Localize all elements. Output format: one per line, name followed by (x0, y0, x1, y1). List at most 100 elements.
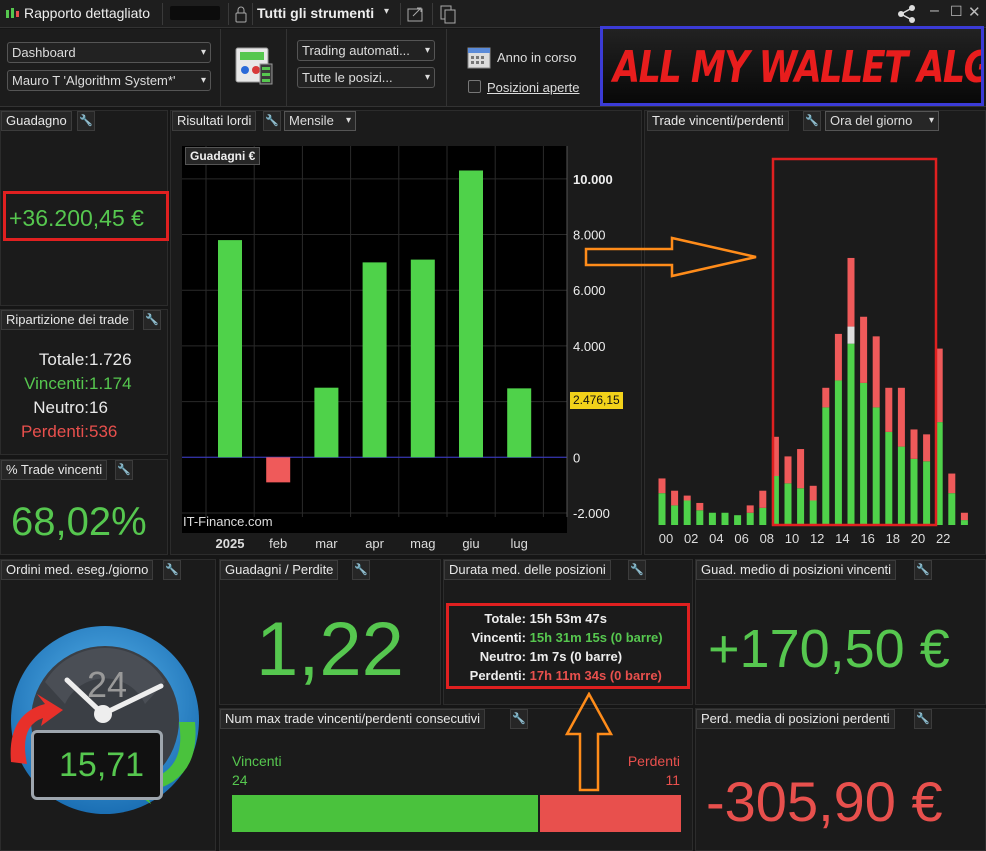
bar-win (910, 458, 918, 525)
bar-win (797, 488, 805, 525)
duration-losing-value: 17h 11m 34s (0 barre) (529, 668, 662, 683)
ratio-panel: Guadagni / Perdite 🔧 1,22 (219, 559, 441, 705)
bar-win (671, 505, 679, 525)
bar-win (696, 510, 704, 525)
bar-lug (507, 388, 532, 458)
banner: ALL MY WALLET ALGORITHMS (600, 26, 984, 106)
arrow-right-annotation (584, 236, 757, 278)
panel-title: Num max trade vincenti/perdenti consecut… (220, 709, 486, 729)
x-tick-label: 2025 (216, 536, 245, 551)
duration-panel: Durata med. delle posizioni 🔧 Totale: 15… (443, 559, 693, 705)
bar-mag (410, 259, 435, 458)
orders-panel: Ordini med. eseg./giorno 🔧 24 15,71 (0, 559, 216, 851)
wrench-icon[interactable]: 🔧 (628, 560, 646, 580)
x-tick-label: 00 (659, 531, 673, 546)
account-select[interactable]: Mauro T 'Algorithm System*' ▾ (7, 70, 211, 91)
title-bar: Rapporto dettagliato Tutti gli strumenti… (0, 0, 986, 28)
winpct-value: 68,02% (11, 500, 147, 544)
bar-win (759, 507, 767, 525)
x-tick-label: 04 (709, 531, 723, 546)
bar-win (834, 380, 842, 525)
wrench-icon[interactable]: 🔧 (77, 111, 95, 131)
bar-apr (362, 262, 387, 458)
bar-loss (797, 449, 805, 489)
account-select-label: Mauro T 'Algorithm System*' (12, 73, 176, 88)
report-title: Rapporto dettagliato (24, 5, 151, 21)
panel-title: Perd. media di posizioni perdenti (696, 709, 895, 729)
bar-loss (960, 512, 968, 521)
bar-win (683, 500, 691, 525)
bar-win (708, 512, 716, 525)
bar-loss (897, 387, 905, 447)
bar-win (872, 407, 880, 525)
maximize-icon[interactable]: ☐ (950, 3, 963, 20)
lock-icon[interactable] (234, 4, 248, 24)
dashboard-select[interactable]: Dashboard ▾ (7, 42, 211, 63)
avgwin-value: +170,50 € (708, 619, 950, 679)
panel-title: Ordini med. eseg./giorno (1, 560, 154, 580)
panel-title: Durata med. delle posizioni (444, 560, 611, 580)
strategy-analyzer-icon[interactable] (234, 46, 274, 86)
share-icon[interactable] (896, 4, 918, 24)
year-label[interactable]: Anno in corso (497, 50, 577, 65)
open-positions-checkbox[interactable] (468, 80, 481, 93)
instruments-select[interactable]: Tutti gli strumenti (257, 5, 374, 21)
x-tick-label: mar (315, 536, 338, 551)
bar-loss (759, 490, 767, 508)
y-tick-label: 0 (573, 450, 580, 465)
bar-win (809, 500, 817, 525)
bar-loss (746, 505, 754, 513)
arrow-up-annotation (564, 692, 614, 792)
panel-title: Guadagni / Perdite (220, 560, 339, 580)
duration-total-label: Totale: (484, 611, 526, 626)
current-value-tag: 2.476,15 (570, 392, 623, 409)
wrench-icon[interactable]: 🔧 (143, 310, 161, 330)
wrench-icon[interactable]: 🔧 (510, 709, 528, 729)
export-icon[interactable] (406, 5, 426, 23)
bar-win (897, 446, 905, 525)
wrench-icon[interactable]: 🔧 (914, 709, 932, 729)
trading-select[interactable]: Trading automati... ▾ (297, 40, 435, 61)
bar-win (847, 343, 855, 525)
close-icon[interactable]: ✕ (968, 3, 981, 21)
panel-title: Guadagno (1, 111, 72, 131)
duration-neutral-label: Neutro: (479, 649, 526, 664)
x-tick-label: mag (410, 536, 435, 551)
minimize-icon[interactable]: – (930, 2, 939, 20)
wrench-icon[interactable]: 🔧 (352, 560, 370, 580)
winning-label: Vincenti: (24, 374, 89, 393)
winpct-panel: % Trade vincenti 🔧 68,02% (0, 459, 168, 555)
chevron-down-icon: ▾ (200, 47, 206, 58)
open-positions-label[interactable]: Posizioni aperte (487, 80, 580, 95)
wrench-icon[interactable]: 🔧 (115, 460, 133, 480)
bar-loss (910, 429, 918, 459)
dashboard-select-label: Dashboard (12, 45, 76, 60)
calendar-icon[interactable] (466, 44, 492, 70)
x-tick-label: 10 (785, 531, 799, 546)
copy-icon[interactable] (438, 4, 458, 24)
bar-win (784, 483, 792, 525)
ratio-value: 1,22 (256, 607, 404, 692)
consecutive-bar (232, 795, 681, 832)
chevron-down-icon: ▾ (424, 72, 430, 83)
neutral-value: 16 (89, 398, 108, 417)
chevron-down-icon: ▾ (424, 45, 430, 56)
losing-value: 536 (89, 422, 118, 441)
bar-loss (696, 502, 704, 511)
duration-total-value: 15h 53m 47s (529, 611, 607, 626)
bar-loss (809, 485, 817, 501)
wrench-icon[interactable]: 🔧 (163, 560, 181, 580)
bar-win (923, 461, 931, 525)
x-tick-label: 22 (936, 531, 950, 546)
panel-title: % Trade vincenti (1, 460, 108, 480)
candlestick-icon (6, 8, 19, 18)
bar-loss (658, 478, 666, 494)
bar-mar (314, 387, 339, 458)
wrench-icon[interactable]: 🔧 (914, 560, 932, 580)
trading-select-label: Trading automati... (302, 43, 410, 58)
x-tick-label: 06 (734, 531, 748, 546)
positions-select[interactable]: Tutte le posizi... ▾ (297, 67, 435, 88)
chevron-down-icon[interactable]: ▾ (384, 6, 389, 17)
winning-value: 1.174 (89, 374, 132, 393)
y-tick-label: -2.000 (573, 506, 610, 521)
